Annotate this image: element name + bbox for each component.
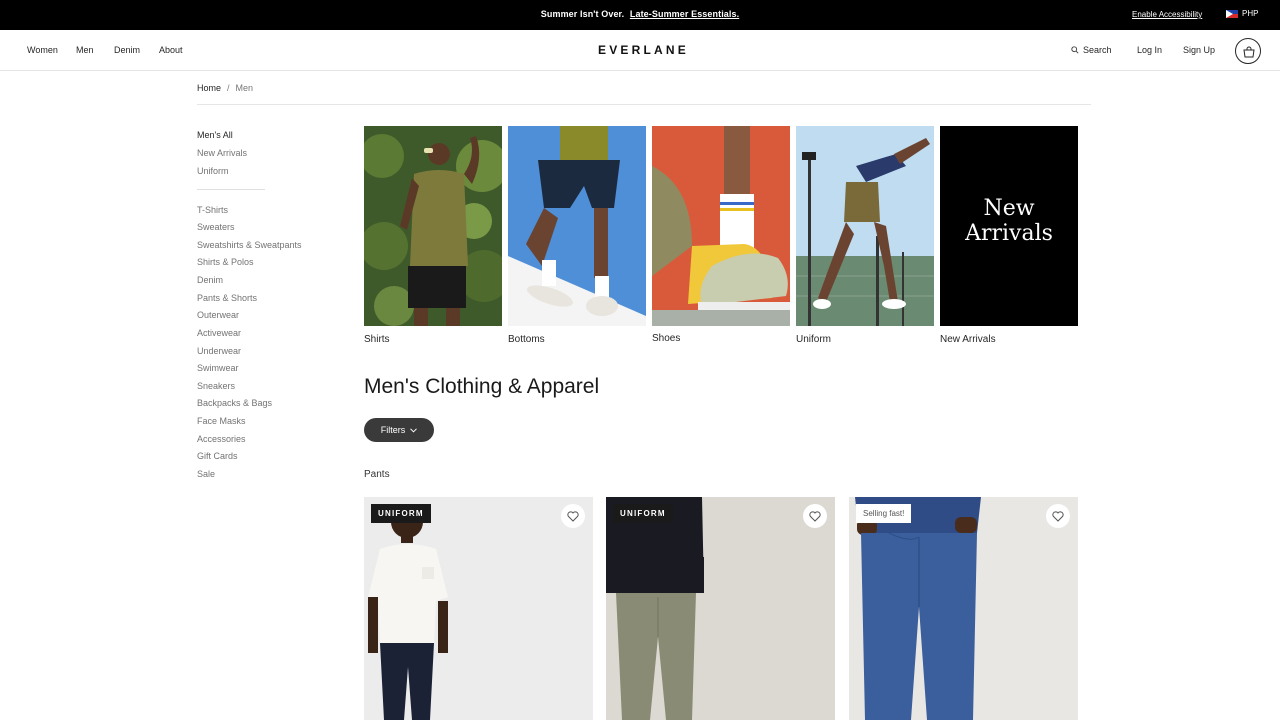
product-image <box>849 497 1078 720</box>
shopping-bag-icon <box>1243 46 1255 58</box>
sidebar-item-sweatshirts-sweatpants[interactable]: Sweatshirts & Sweatpants <box>197 240 302 250</box>
tile-label-shoes[interactable]: Shoes <box>652 333 680 344</box>
breadcrumb: Home / Men <box>197 83 253 93</box>
sidebar-item-shirts-polos[interactable]: Shirts & Polos <box>197 257 254 267</box>
sidebar-item-denim[interactable]: Denim <box>197 275 223 285</box>
tile-label-new-arrivals[interactable]: New Arrivals <box>940 334 996 345</box>
login-link[interactable]: Log In <box>1137 45 1162 55</box>
uniform-photo <box>796 126 934 326</box>
filters-button[interactable]: Filters <box>364 418 434 442</box>
breadcrumb-home[interactable]: Home <box>197 83 221 93</box>
currency-selector[interactable]: PHP <box>1226 9 1258 18</box>
breadcrumb-current: Men <box>235 83 254 93</box>
category-tile-bottoms[interactable] <box>508 126 646 326</box>
site-header: Women Men Denim About EVERLANE Search Lo… <box>0 30 1280 71</box>
sidebar-item-sneakers[interactable]: Sneakers <box>197 381 235 391</box>
sidebar-item-outerwear[interactable]: Outerwear <box>197 310 239 320</box>
category-tile-shoes[interactable] <box>652 126 790 326</box>
tile-label-uniform[interactable]: Uniform <box>796 334 831 345</box>
sidebar-item-sweaters[interactable]: Sweaters <box>197 222 235 232</box>
nav-denim[interactable]: Denim <box>114 45 140 55</box>
new-arrivals-overlay: New Arrivals <box>940 196 1078 246</box>
breadcrumb-separator: / <box>227 83 230 93</box>
filters-label: Filters <box>380 425 406 435</box>
sidebar-item-activewear[interactable]: Activewear <box>197 328 241 338</box>
sidebar-item-pants-shorts[interactable]: Pants & Shorts <box>197 293 257 303</box>
page-title: Men's Clothing & Apparel <box>364 375 600 398</box>
category-tile-shirts[interactable] <box>364 126 502 326</box>
search-button[interactable]: Search <box>1071 45 1112 55</box>
signup-link[interactable]: Sign Up <box>1183 45 1215 55</box>
search-label: Search <box>1083 45 1112 55</box>
category-tile-uniform[interactable] <box>796 126 934 326</box>
heart-icon <box>567 511 579 522</box>
chevron-down-icon <box>410 427 418 433</box>
shoes-photo <box>652 126 790 326</box>
currency-label: PHP <box>1242 9 1259 18</box>
shirts-photo <box>364 126 502 326</box>
sidebar-item-face-masks[interactable]: Face Masks <box>197 416 246 426</box>
sidebar-item-accessories[interactable]: Accessories <box>197 434 246 444</box>
promo-bar: Summer Isn't Over. Late-Summer Essential… <box>0 0 1280 30</box>
nav-women[interactable]: Women <box>27 45 58 55</box>
search-icon <box>1071 46 1079 54</box>
category-tile-new-arrivals[interactable]: New Arrivals <box>940 126 1078 326</box>
bottoms-photo <box>508 126 646 326</box>
product-card[interactable]: Selling fast! <box>849 497 1078 720</box>
product-image <box>364 497 593 720</box>
product-image <box>606 497 835 720</box>
promo-message: Summer Isn't Over. Late-Summer Essential… <box>0 9 1280 19</box>
sidebar-item-backpacks-bags[interactable]: Backpacks & Bags <box>197 398 272 408</box>
sidebar-item-uniform[interactable]: Uniform <box>197 166 229 176</box>
wishlist-button[interactable] <box>803 504 827 528</box>
wishlist-button[interactable] <box>561 504 585 528</box>
tile-label-shirts[interactable]: Shirts <box>364 334 390 345</box>
wishlist-button[interactable] <box>1046 504 1070 528</box>
product-badge: UNIFORM <box>371 504 431 523</box>
heart-icon <box>809 511 821 522</box>
nav-about[interactable]: About <box>159 45 183 55</box>
sidebar-item-t-shirts[interactable]: T-Shirts <box>197 205 228 215</box>
product-badge: Selling fast! <box>856 504 912 523</box>
promo-link[interactable]: Late-Summer Essentials. <box>630 9 739 19</box>
sidebar-item-swimwear[interactable]: Swimwear <box>197 363 239 373</box>
nav-men[interactable]: Men <box>76 45 94 55</box>
product-card[interactable]: UNIFORM <box>364 497 593 720</box>
sidebar-item-sale[interactable]: Sale <box>197 469 215 479</box>
product-badge: UNIFORM <box>613 504 673 523</box>
heart-icon <box>1052 511 1064 522</box>
everlane-logo[interactable]: EVERLANE <box>598 43 689 57</box>
breadcrumb-divider <box>197 104 1091 105</box>
sidebar-item-mens-all[interactable]: Men's All <box>197 130 233 140</box>
philippines-flag-icon <box>1226 9 1238 18</box>
new-arrivals-overlay-line1: New <box>983 196 1035 221</box>
sidebar-item-gift-cards[interactable]: Gift Cards <box>197 451 238 461</box>
cart-button[interactable] <box>1235 38 1261 64</box>
section-heading-pants: Pants <box>364 469 390 480</box>
sidebar-item-underwear[interactable]: Underwear <box>197 346 241 356</box>
promo-lead: Summer Isn't Over. <box>540 9 625 19</box>
tile-label-bottoms[interactable]: Bottoms <box>508 334 545 345</box>
sidebar-divider <box>197 189 265 190</box>
product-card[interactable]: UNIFORM <box>606 497 835 720</box>
sidebar-item-new-arrivals[interactable]: New Arrivals <box>197 148 247 158</box>
enable-accessibility-link[interactable]: Enable Accessibility <box>1132 10 1202 19</box>
new-arrivals-overlay-line2: Arrivals <box>965 221 1053 246</box>
